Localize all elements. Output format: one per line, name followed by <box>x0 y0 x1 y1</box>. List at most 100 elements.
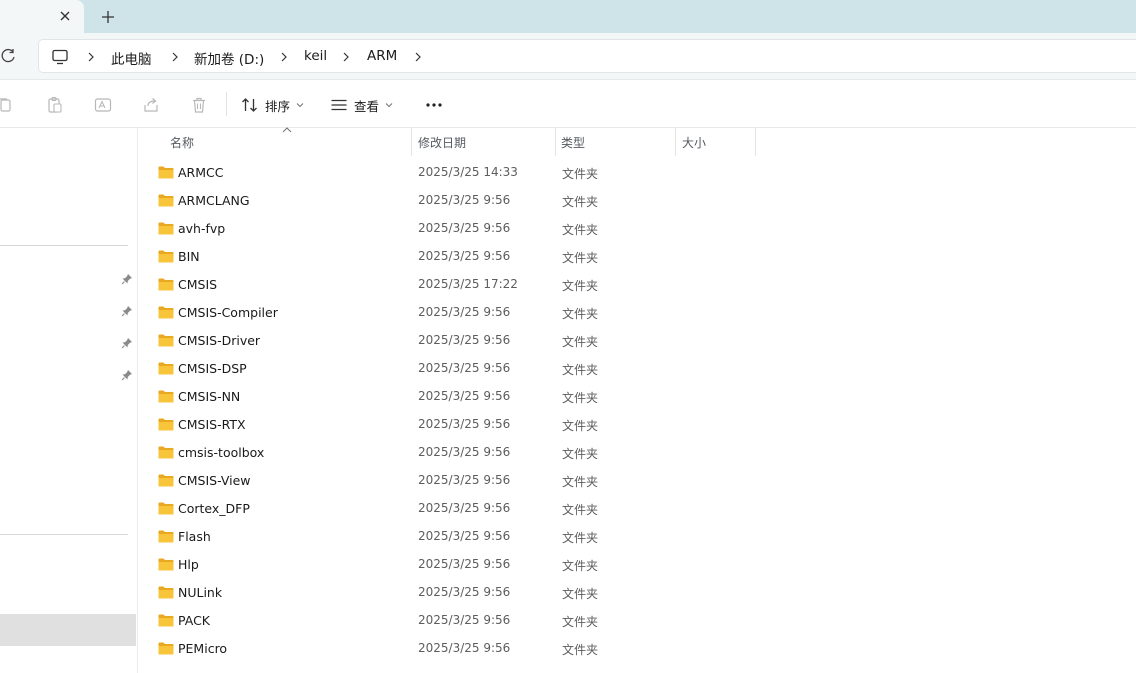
pin-icon[interactable] <box>121 305 133 317</box>
rename-icon[interactable] <box>94 96 112 114</box>
breadcrumb-drive-d[interactable]: 新加卷 (D:) <box>194 48 264 68</box>
address-bar[interactable]: 此电脑 新加卷 (D:) keil ARM <box>38 39 1136 73</box>
column-header: 名称 修改日期 类型 大小 <box>150 127 1136 156</box>
file-modified-date: 2025/3/25 9:56 <box>418 389 511 403</box>
file-name: cmsis-toolbox <box>178 445 265 460</box>
tab-current[interactable] <box>0 0 84 33</box>
nav-item-selected[interactable] <box>0 614 136 646</box>
file-modified-date: 2025/3/25 9:56 <box>418 221 511 235</box>
folder-icon <box>158 306 174 319</box>
file-row[interactable]: avh-fvp 2025/3/25 9:56 文件夹 <box>150 215 756 243</box>
file-row[interactable]: CMSIS-Compiler 2025/3/25 9:56 文件夹 <box>150 299 756 327</box>
folder-icon <box>158 614 174 627</box>
file-row[interactable]: CMSIS-View 2025/3/25 9:56 文件夹 <box>150 467 756 495</box>
folder-icon <box>158 362 174 375</box>
refresh-icon <box>1 48 15 63</box>
file-type: 文件夹 <box>562 419 599 433</box>
chevron-right-icon <box>343 52 349 62</box>
column-resize-handle[interactable] <box>755 128 756 156</box>
column-modified[interactable]: 修改日期 <box>410 128 554 156</box>
file-row[interactable]: BIN 2025/3/25 9:56 文件夹 <box>150 243 756 271</box>
file-modified-date: 2025/3/25 9:56 <box>418 249 511 263</box>
file-row[interactable]: CMSIS-DSP 2025/3/25 9:56 文件夹 <box>150 355 756 383</box>
file-row[interactable]: CMSIS-Driver 2025/3/25 9:56 文件夹 <box>150 327 756 355</box>
folder-icon <box>158 586 174 599</box>
file-name: ARMCC <box>178 165 224 180</box>
file-type: 文件夹 <box>562 643 599 657</box>
folder-icon <box>158 166 174 179</box>
file-row[interactable]: CMSIS 2025/3/25 17:22 文件夹 <box>150 271 756 299</box>
file-type: 文件夹 <box>562 307 599 321</box>
file-row[interactable]: PEMicro 2025/3/25 9:56 文件夹 <box>150 635 756 663</box>
file-name: avh-fvp <box>178 221 226 236</box>
sort-button[interactable]: 排序 <box>241 92 304 118</box>
file-modified-date: 2025/3/25 9:56 <box>418 417 511 431</box>
column-size-label: 大小 <box>682 135 707 150</box>
file-type: 文件夹 <box>562 447 599 461</box>
file-name: CMSIS-Driver <box>178 333 261 348</box>
folder-icon <box>158 222 174 235</box>
file-row[interactable]: cmsis-toolbox 2025/3/25 9:56 文件夹 <box>150 439 756 467</box>
file-row[interactable]: Flash 2025/3/25 9:56 文件夹 <box>150 523 756 551</box>
more-icon <box>426 103 442 107</box>
chevron-right-icon[interactable] <box>413 51 423 63</box>
delete-icon[interactable] <box>190 96 208 114</box>
close-icon <box>60 11 70 21</box>
file-modified-date: 2025/3/25 9:56 <box>418 305 511 319</box>
more-options-button[interactable] <box>420 93 448 117</box>
share-icon[interactable] <box>142 96 160 114</box>
folder-icon <box>158 502 174 515</box>
file-type: 文件夹 <box>562 167 599 181</box>
file-row[interactable]: Hlp 2025/3/25 9:56 文件夹 <box>150 551 756 579</box>
file-row[interactable]: NULink 2025/3/25 9:56 文件夹 <box>150 579 756 607</box>
column-type[interactable]: 类型 <box>553 128 673 156</box>
breadcrumb-keil[interactable]: keil <box>304 48 327 64</box>
file-row[interactable]: Cortex_DFP 2025/3/25 9:56 文件夹 <box>150 495 756 523</box>
view-button[interactable]: 查看 <box>330 92 393 118</box>
chevron-right-icon <box>88 52 94 62</box>
file-name: CMSIS-NN <box>178 389 241 404</box>
sort-label: 排序 <box>265 98 291 114</box>
file-name: Cortex_DFP <box>178 501 250 516</box>
chevron-right-icon <box>281 52 287 62</box>
file-type: 文件夹 <box>562 615 599 629</box>
file-type: 文件夹 <box>562 475 599 489</box>
tab-strip <box>0 0 1136 33</box>
pin-icon[interactable] <box>121 273 133 285</box>
file-modified-date: 2025/3/25 9:56 <box>418 529 511 543</box>
column-size[interactable]: 大小 <box>674 128 754 156</box>
file-name: CMSIS-RTX <box>178 417 246 432</box>
column-type-label: 类型 <box>561 135 586 150</box>
refresh-button[interactable] <box>0 47 18 65</box>
file-row[interactable]: ARMCLANG 2025/3/25 9:56 文件夹 <box>150 187 756 215</box>
file-row[interactable]: CMSIS-NN 2025/3/25 9:56 文件夹 <box>150 383 756 411</box>
view-label: 查看 <box>354 98 380 114</box>
file-name: ARMCLANG <box>178 193 250 208</box>
file-type: 文件夹 <box>562 195 599 209</box>
file-modified-date: 2025/3/25 9:56 <box>418 585 511 599</box>
file-row[interactable]: CMSIS-RTX 2025/3/25 9:56 文件夹 <box>150 411 756 439</box>
close-tab-button[interactable] <box>56 7 74 25</box>
pin-icon[interactable] <box>121 337 133 349</box>
column-name[interactable]: 名称 <box>162 128 412 156</box>
file-row[interactable]: PACK 2025/3/25 9:56 文件夹 <box>150 607 756 635</box>
file-name: CMSIS-Compiler <box>178 305 278 320</box>
sort-icon <box>242 98 257 112</box>
pin-icon[interactable] <box>121 369 133 381</box>
breadcrumb-arm[interactable]: ARM <box>367 48 397 64</box>
folder-icon <box>158 474 174 487</box>
nav-divider <box>0 245 128 246</box>
file-name: Flash <box>178 529 211 544</box>
file-name: CMSIS-View <box>178 473 251 488</box>
view-list-icon <box>331 99 347 111</box>
folder-icon <box>158 194 174 207</box>
navigation-pane[interactable] <box>0 128 138 673</box>
paste-icon[interactable] <box>46 96 64 114</box>
file-modified-date: 2025/3/25 9:56 <box>418 361 511 375</box>
copy-icon[interactable] <box>0 96 14 114</box>
new-tab-button[interactable] <box>98 7 118 27</box>
file-row[interactable]: ARMCC 2025/3/25 14:33 文件夹 <box>150 159 756 187</box>
file-type: 文件夹 <box>562 335 599 349</box>
file-name: Hlp <box>178 557 199 572</box>
breadcrumb-this-pc[interactable]: 此电脑 <box>111 48 152 68</box>
